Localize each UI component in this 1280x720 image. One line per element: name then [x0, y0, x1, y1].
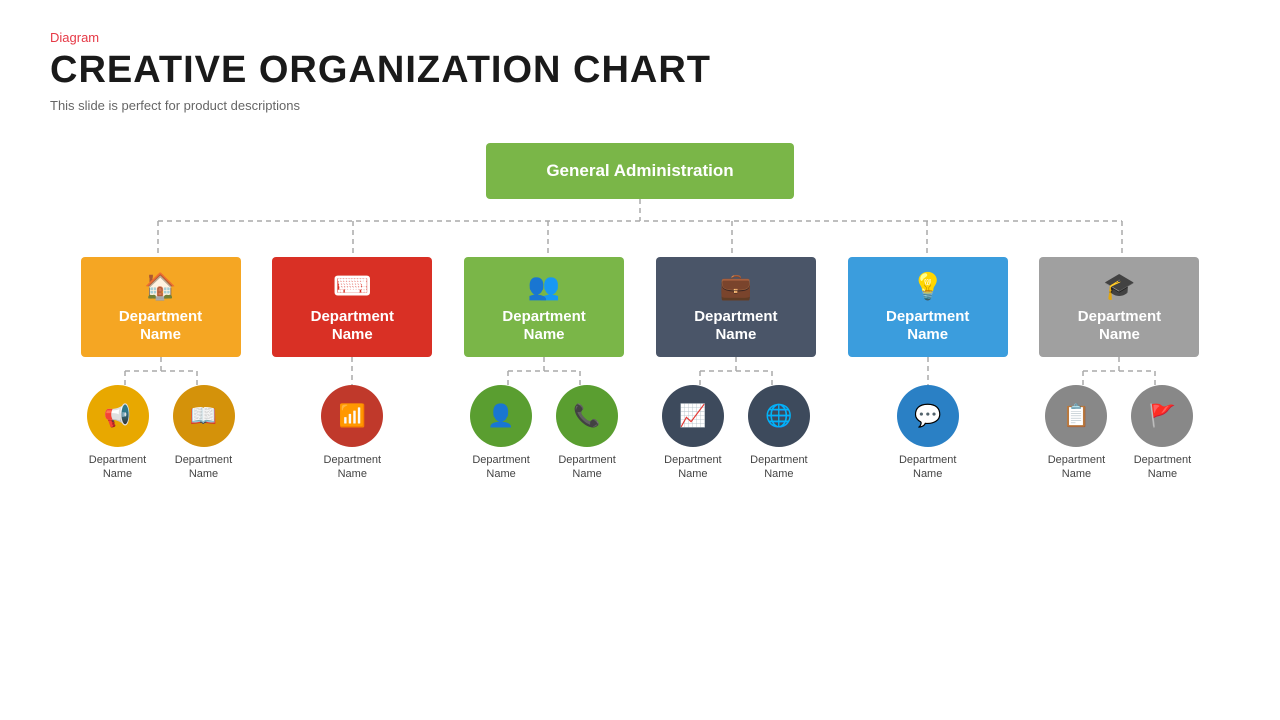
dept-box-5: 💡 DepartmentName — [848, 257, 1008, 357]
sub-item-6b: 🚩 DepartmentName — [1126, 385, 1198, 482]
dept-box-6: 🎓 DepartmentName — [1039, 257, 1199, 357]
dept-box-4: 💼 DepartmentName — [656, 257, 816, 357]
dept-col-5: 💡 DepartmentName 💬 DepartmentName — [835, 257, 1020, 482]
dept-box-1: 🏠 DepartmentName — [81, 257, 241, 357]
sub-item-3a: 👤 DepartmentName — [465, 385, 537, 482]
dept-box-3: 👥 DepartmentName — [464, 257, 624, 357]
sub-item-4b: 🌐 DepartmentName — [743, 385, 815, 482]
dept-icon-3: 👥 — [528, 271, 560, 302]
dept-name-5: DepartmentName — [886, 308, 969, 344]
dept-name-6: DepartmentName — [1078, 308, 1161, 344]
sub-item-5a: 💬 DepartmentName — [892, 385, 964, 482]
sub-conn-svg-2 — [312, 357, 392, 385]
sub-depts-6: 📋 DepartmentName 🚩 DepartmentName — [1040, 385, 1198, 482]
header-section: Diagram CREATIVE ORGANIZATION CHART This… — [50, 30, 1230, 113]
dept-box-2: ⌨ DepartmentName — [272, 257, 432, 357]
dept-col-6: 🎓 DepartmentName 📋 DepartmentName 🚩 — [1027, 257, 1212, 482]
connector-svg — [50, 199, 1230, 257]
dept-icon-4: 💼 — [720, 271, 752, 302]
sub-conn-1 — [101, 357, 221, 385]
slide: Diagram CREATIVE ORGANIZATION CHART This… — [0, 0, 1280, 720]
root-box: General Administration — [486, 143, 793, 199]
sub-item-1a: 📢 DepartmentName — [82, 385, 154, 482]
dept-icon-2: ⌨ — [334, 271, 372, 302]
sub-item-3b: 📞 DepartmentName — [551, 385, 623, 482]
sub-depts-1: 📢 DepartmentName 📖 DepartmentName — [82, 385, 240, 482]
sub-circle-5a: 💬 — [897, 385, 959, 447]
sub-circle-1a: 📢 — [87, 385, 149, 447]
sub-label-3a: DepartmentName — [472, 453, 529, 482]
dept-col-3: 👥 DepartmentName 👤 DepartmentName 📞 — [452, 257, 637, 482]
sub-conn-3 — [484, 357, 604, 385]
dept-name-4: DepartmentName — [694, 308, 777, 344]
sub-circle-3b: 📞 — [556, 385, 618, 447]
dept-name-3: DepartmentName — [502, 308, 585, 344]
sub-conn-svg-1 — [101, 357, 221, 385]
sub-circle-3a: 👤 — [470, 385, 532, 447]
dept-col-4: 💼 DepartmentName 📈 DepartmentName 🌐 — [643, 257, 828, 482]
sub-conn-6 — [1059, 357, 1179, 385]
sub-label-1b: DepartmentName — [175, 453, 232, 482]
dept-name-1: DepartmentName — [119, 308, 202, 344]
diagram-label: Diagram — [50, 30, 1230, 45]
sub-circle-1b: 📖 — [173, 385, 235, 447]
sub-circle-6b: 🚩 — [1131, 385, 1193, 447]
dept-col-2: ⌨ DepartmentName 📶 DepartmentName — [260, 257, 445, 482]
sub-circle-6a: 📋 — [1045, 385, 1107, 447]
sub-depts-4: 📈 DepartmentName 🌐 DepartmentName — [657, 385, 815, 482]
dept-icon-6: 🎓 — [1103, 271, 1135, 302]
sub-item-2a: 📶 DepartmentName — [316, 385, 388, 482]
sub-depts-3: 👤 DepartmentName 📞 DepartmentName — [465, 385, 623, 482]
departments-row: 🏠 DepartmentName 📢 DepartmentName 📖 — [50, 257, 1230, 482]
sub-label-4a: DepartmentName — [664, 453, 721, 482]
sub-conn-2 — [312, 357, 392, 385]
sub-circle-4a: 📈 — [662, 385, 724, 447]
org-root: General Administration — [50, 143, 1230, 199]
sub-label-4b: DepartmentName — [750, 453, 807, 482]
root-connectors — [50, 199, 1230, 257]
sub-depts-5: 💬 DepartmentName — [892, 385, 964, 482]
sub-label-3b: DepartmentName — [558, 453, 615, 482]
sub-item-6a: 📋 DepartmentName — [1040, 385, 1112, 482]
sub-conn-svg-4 — [676, 357, 796, 385]
sub-conn-5 — [888, 357, 968, 385]
sub-label-6a: DepartmentName — [1048, 453, 1105, 482]
sub-label-5a: DepartmentName — [899, 453, 956, 482]
sub-item-1b: 📖 DepartmentName — [168, 385, 240, 482]
sub-circle-2a: 📶 — [321, 385, 383, 447]
sub-circle-4b: 🌐 — [748, 385, 810, 447]
dept-icon-1: 🏠 — [144, 271, 176, 302]
dept-icon-5: 💡 — [912, 271, 944, 302]
sub-item-4a: 📈 DepartmentName — [657, 385, 729, 482]
sub-depts-2: 📶 DepartmentName — [316, 385, 388, 482]
dept-col-1: 🏠 DepartmentName 📢 DepartmentName 📖 — [68, 257, 253, 482]
page-subtitle: This slide is perfect for product descri… — [50, 98, 1230, 113]
sub-conn-4 — [676, 357, 796, 385]
page-title: CREATIVE ORGANIZATION CHART — [50, 49, 1230, 92]
sub-conn-svg-5 — [888, 357, 968, 385]
sub-conn-svg-6 — [1059, 357, 1179, 385]
dept-name-2: DepartmentName — [311, 308, 394, 344]
sub-label-6b: DepartmentName — [1134, 453, 1191, 482]
sub-label-2a: DepartmentName — [324, 453, 381, 482]
sub-label-1a: DepartmentName — [89, 453, 146, 482]
sub-conn-svg-3 — [484, 357, 604, 385]
